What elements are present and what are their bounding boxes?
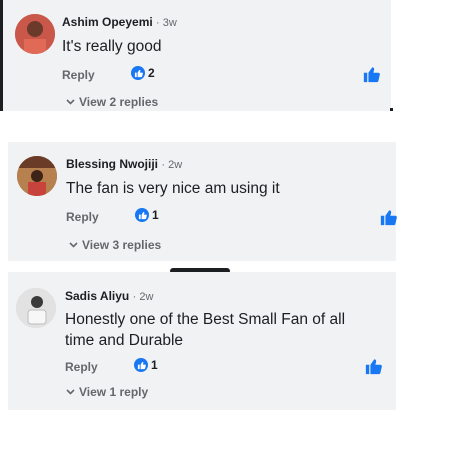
comment-meta: · 2w (132, 291, 154, 303)
chevron-down-icon (69, 242, 78, 248)
reply-button[interactable]: Reply (62, 68, 95, 82)
divider-dot (390, 108, 393, 111)
comment-text-line: time and Durable (65, 332, 184, 349)
comment-text: It's really good (62, 38, 162, 55)
view-replies-label: View 1 reply (79, 385, 149, 399)
avatar[interactable] (16, 288, 56, 328)
comment-author[interactable]: Blessing Nwojiji · 2w (66, 157, 182, 171)
comment-meta: · 3w (156, 17, 177, 29)
thumbs-up-icon[interactable] (365, 358, 382, 380)
view-replies-link[interactable]: View 1 reply (66, 385, 148, 399)
comment-text: Honestly one of the Best Small Fan of al… (65, 309, 345, 351)
comment-author[interactable]: Sadis Aliyu · 2w (65, 289, 153, 303)
thumbs-up-icon[interactable] (380, 209, 397, 231)
view-replies-label: View 3 replies (82, 238, 162, 252)
view-replies-label: View 2 replies (79, 95, 159, 109)
chevron-down-icon (66, 389, 75, 395)
like-count[interactable]: 1 (135, 208, 159, 222)
avatar[interactable] (17, 156, 57, 196)
reply-button[interactable]: Reply (66, 210, 99, 224)
thumbs-up-icon (131, 66, 145, 80)
comment-card: Blessing Nwojiji · 2w The fan is very ni… (8, 142, 397, 261)
like-count[interactable]: 2 (131, 66, 155, 80)
like-count-value: 2 (148, 66, 155, 80)
comment-meta: · 2w (161, 159, 183, 171)
thumbs-up-icon[interactable] (363, 66, 380, 88)
thumbs-up-icon (134, 358, 148, 372)
comment-card: Sadis Aliyu · 2w Honestly one of the Bes… (8, 272, 396, 410)
like-count[interactable]: 1 (134, 358, 158, 372)
view-replies-link[interactable]: View 3 replies (69, 238, 161, 252)
like-count-value: 1 (152, 208, 159, 222)
comment-text-line: Honestly one of the Best Small Fan of al… (65, 311, 346, 328)
like-count-value: 1 (151, 358, 158, 372)
comment-card: Ashim Opeyemi · 3w It's really good Repl… (0, 0, 391, 111)
comment-text: The fan is very nice am using it (66, 180, 280, 197)
comment-author[interactable]: Ashim Opeyemi · 3w (62, 15, 177, 29)
avatar[interactable] (15, 14, 55, 54)
chevron-down-icon (66, 99, 75, 105)
view-replies-link[interactable]: View 2 replies (66, 95, 158, 109)
reply-button[interactable]: Reply (65, 360, 98, 374)
thumbs-up-icon (135, 208, 149, 222)
